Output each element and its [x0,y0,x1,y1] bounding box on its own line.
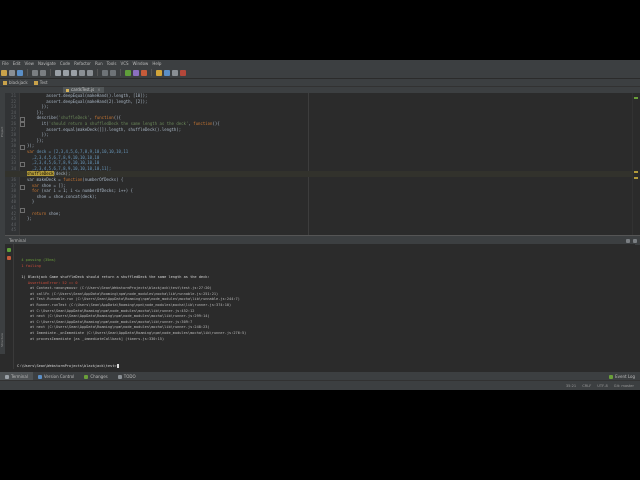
code-line: assert.equal(makeDeck([]).length, shuffl… [27,126,182,132]
vcs-commit-icon[interactable] [164,69,170,76]
replace-icon[interactable] [87,69,93,76]
fold-column [20,93,26,235]
toolbar-divider [50,69,51,76]
menu-view[interactable]: View [22,60,36,67]
occurrence-marker[interactable] [634,177,638,179]
status-right: 35:21 CRLF UTF-8 Git: master [560,384,634,388]
code-line: return shoe; [27,210,61,216]
breadcrumb-project-label: blackjack [9,80,28,85]
menu-window[interactable]: Window [131,60,151,67]
find-icon[interactable] [79,69,85,76]
todo-icon [117,374,122,379]
settings-icon[interactable] [626,238,630,243]
redo-icon[interactable] [40,69,46,76]
menu-file[interactable]: File [0,60,11,67]
copy-icon[interactable] [63,69,69,76]
code-line: } [27,199,35,205]
menu-tools[interactable]: Tools [105,60,119,67]
git-branch[interactable]: Git: master [614,384,634,388]
cursor-position[interactable]: 35:21 [566,384,576,388]
fold-icon[interactable] [20,185,25,190]
tab-todo-label: TODO [123,374,136,379]
fold-icon[interactable] [20,145,25,150]
file-encoding[interactable]: UTF-8 [597,384,607,388]
back-icon[interactable] [102,69,108,76]
main-toolbar [0,67,640,79]
vcs-icon [37,374,42,379]
tab-terminal-label: Terminal [11,374,28,379]
vcs-update-icon[interactable] [156,69,162,76]
close-session-icon[interactable] [7,256,11,260]
tab-event-log-label: Event Log [615,374,635,379]
settings-icon[interactable] [172,69,178,76]
toolbar-divider [97,69,98,76]
help-icon[interactable] [180,69,186,76]
menu-run[interactable]: Run [93,60,105,67]
breadcrumb-folder[interactable]: Test [31,79,51,86]
menu-vcs[interactable]: VCS [118,60,130,67]
menu-code[interactable]: Code [58,60,72,67]
folder-icon [33,80,38,85]
toolbar-divider [151,69,152,76]
failing-count: 1 failing [17,263,41,268]
status-bar: 35:21 CRLF UTF-8 Git: master [0,380,640,390]
stack-line: at processImmediate [as _immediateCallba… [17,336,165,341]
fold-icon[interactable] [20,162,25,167]
changes-icon [84,374,89,379]
debug-icon[interactable] [133,69,139,76]
menu-refactor[interactable]: Refactor [72,60,93,67]
terminal-title: Terminal [9,238,26,243]
breadcrumb: blackjack Test [0,79,640,87]
occurrence-marker[interactable] [634,171,638,173]
tab-changes-label: Changes [90,374,108,379]
ide-window: File Edit View Navigate Code Refactor Ru… [0,60,640,390]
tab-version-control-label: Version Control [43,374,75,379]
breadcrumb-folder-label: Test [39,80,48,85]
undo-icon[interactable] [32,69,38,76]
menu-help[interactable]: Help [150,60,163,67]
menu-edit[interactable]: Edit [11,60,23,67]
line-number-gutter: 2122232425262728293031323334353637383940… [5,93,20,235]
sync-icon[interactable] [17,69,23,76]
editor-marker-bar[interactable] [632,93,640,235]
screen: File Edit View Navigate Code Refactor Ru… [0,0,640,480]
folder-icon [3,80,7,85]
run-icon[interactable] [125,69,131,76]
terminal-prompt-line[interactable]: C:\Users\Sean\WebstormProjects\blackjack… [17,364,119,369]
open-folder-icon[interactable] [1,69,7,76]
toolbar-divider [27,69,28,76]
stop-icon[interactable] [141,69,147,76]
forward-icon[interactable] [110,69,116,76]
terminal-panel[interactable]: 4 passing (35ms) 1 failing 1) Blackjack … [5,244,635,369]
code-area: assert.deepEqual(makeHand().length, [10]… [5,93,633,235]
new-session-icon[interactable] [7,248,11,252]
terminal-side-toolbar [5,244,14,369]
fold-icon[interactable] [20,208,25,213]
line-separator[interactable]: CRLF [582,384,591,388]
js-file-icon [66,88,69,92]
terminal-header-tools [626,238,640,243]
event-log-icon [609,374,614,379]
cut-icon[interactable] [55,69,61,76]
code-line: }; [27,216,32,222]
text-cursor [116,364,119,368]
terminal-prompt: C:\Users\Sean\WebstormProjects\blackjack… [17,364,117,368]
toolbar-divider [120,69,121,76]
hide-icon[interactable] [633,238,637,243]
terminal-icon [5,374,9,379]
save-icon[interactable] [9,69,15,76]
paste-icon[interactable] [71,69,77,76]
menu-navigate[interactable]: Navigate [36,60,58,67]
breadcrumb-project[interactable]: blackjack [0,79,31,86]
fold-icon[interactable] [20,122,25,127]
code-line: shoe = shoe.concat(deck); [27,193,97,199]
line-number: 45 [11,227,16,233]
code-editor[interactable]: 2122232425262728293031323334353637383940… [5,93,633,235]
inspection-ok-icon [634,97,638,99]
menu-bar: File Edit View Navigate Code Refactor Ru… [0,60,640,67]
